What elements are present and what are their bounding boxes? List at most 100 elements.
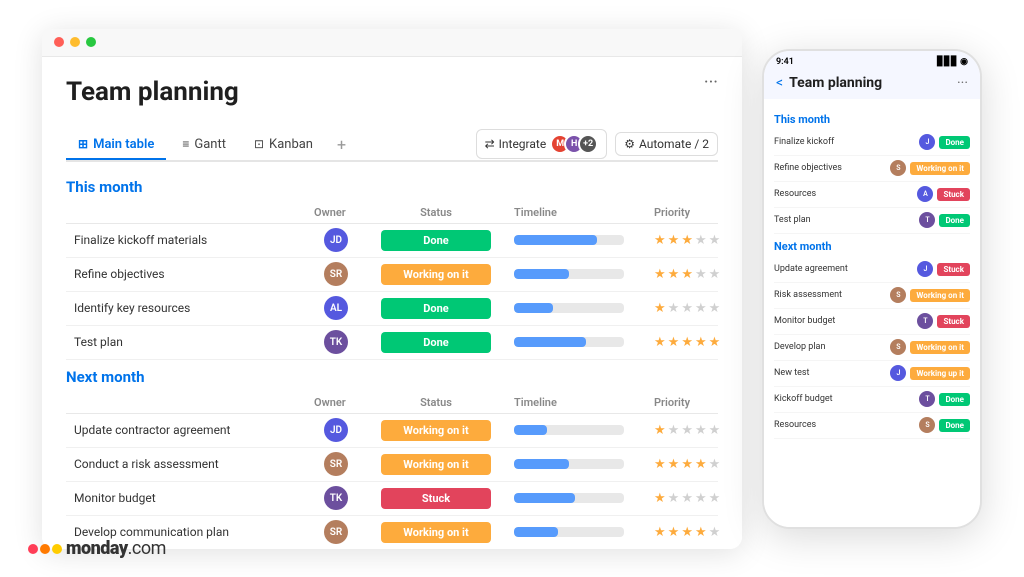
integrate-label: Integrate	[499, 137, 547, 151]
task-name-3: Test plan	[66, 329, 306, 355]
mobile-next-month-row-3: Develop plan S Working on it	[774, 335, 970, 361]
next-month-section: Next month Owner Status Timeline Priorit…	[66, 368, 718, 549]
this-month-header: This month	[66, 178, 718, 196]
nm-status-badge-1[interactable]: Working on it	[381, 454, 491, 475]
integrate-button[interactable]: ⇄ Integrate M H +2	[476, 129, 608, 159]
nm-status-badge-3[interactable]: Working on it	[381, 522, 491, 543]
next-month-header: Next month	[66, 368, 718, 386]
mobile-nm-task-0: Update agreement	[774, 264, 913, 274]
nm-col-priority: Priority	[646, 396, 742, 409]
mobile-nm-badge-2: Stuck	[937, 315, 970, 328]
timeline-bar-bg-3	[514, 337, 624, 347]
timeline-bar-bg-1	[514, 269, 624, 279]
mobile-avatar-3: T	[919, 212, 935, 228]
mobile-nm-avatar-1: S	[890, 287, 906, 303]
nm-timeline-cell-3	[506, 527, 646, 537]
mobile-next-month-row-0: Update agreement J Stuck	[774, 257, 970, 283]
mobile-nm-avatar-6: S	[919, 417, 935, 433]
mobile-this-month-title: This month	[774, 113, 970, 126]
nm-avatar-0: JD	[324, 418, 348, 442]
status-cell-1: Working on it	[366, 264, 506, 285]
tab-kanban[interactable]: ⊡ Kanban	[242, 131, 325, 160]
stars-2: ★ ★ ★ ★ ★	[654, 301, 720, 316]
status-badge-1[interactable]: Working on it	[381, 264, 491, 285]
mobile-signal: ▊▊▊ ◉	[937, 57, 968, 67]
maximize-button[interactable]	[86, 37, 96, 47]
priority-cell-1: ★ ★ ★ ★ ★	[646, 267, 742, 282]
task-avatar-3: TK	[306, 330, 366, 354]
status-badge-2[interactable]: Done	[381, 298, 491, 319]
col-timeline: Timeline	[506, 206, 646, 219]
app-dots-menu[interactable]: ···	[704, 72, 718, 93]
nm-priority-cell-3: ★ ★ ★ ★ ★	[646, 525, 742, 540]
mobile-next-month-row-6: Resources S Done	[774, 413, 970, 439]
mobile-nm-task-2: Monitor budget	[774, 316, 913, 326]
right-actions: ⇄ Integrate M H +2 ⚙ Automate / 2	[476, 129, 718, 159]
tab-main-table[interactable]: ⊞ Main table	[66, 131, 166, 160]
status-badge-0[interactable]: Done	[381, 230, 491, 251]
nm-status-badge-2[interactable]: Stuck	[381, 488, 491, 509]
mobile-this-month-row-1: Refine objectives S Working on it	[774, 156, 970, 182]
nm-avatar-1: SR	[324, 452, 348, 476]
nm-task-name-2: Monitor budget	[66, 485, 306, 511]
nm-avatar-2: TK	[324, 486, 348, 510]
mobile-badge-1: Working on it	[910, 162, 970, 175]
mobile-next-month-row-4: New test J Working up it	[774, 361, 970, 387]
nm-col-timeline: Timeline	[506, 396, 646, 409]
status-cell-3: Done	[366, 332, 506, 353]
stars-3: ★ ★ ★ ★ ★	[654, 335, 720, 350]
timeline-bar-fill-2	[514, 303, 553, 313]
add-tab-button[interactable]: +	[329, 129, 354, 160]
this-month-row-3: Test plan TK Done ★	[66, 326, 718, 360]
integrate-icon: ⇄	[485, 137, 495, 151]
tab-main-table-label: Main table	[93, 137, 154, 152]
nm-status-badge-0[interactable]: Working on it	[381, 420, 491, 441]
mobile-nm-avatar-0: J	[917, 261, 933, 277]
timeline-bar-fill-3	[514, 337, 586, 347]
this-month-col-headers: Owner Status Timeline Priority ⊕	[66, 202, 718, 224]
mobile-window: 9:41 ▊▊▊ ◉ < Team planning ··· This mont…	[762, 49, 982, 529]
mobile-status-bar: 9:41 ▊▊▊ ◉	[764, 51, 980, 71]
timeline-cell-3	[506, 337, 646, 347]
next-month-row-1: Conduct a risk assessment SR Working on …	[66, 448, 718, 482]
mobile-next-month-title: Next month	[774, 240, 970, 253]
nm-col-task	[66, 396, 306, 409]
mobile-time: 9:41	[776, 57, 794, 67]
tab-gantt[interactable]: ≡ Gantt	[170, 131, 238, 160]
app-title: Team planning	[66, 77, 239, 107]
automate-icon: ⚙	[624, 137, 635, 151]
close-button[interactable]	[54, 37, 64, 47]
window-body: Team planning ··· ⊞ Main table ≡ Gantt ⊡…	[42, 57, 742, 549]
monday-m-icon	[28, 544, 62, 554]
mobile-task-0: Finalize kickoff	[774, 137, 915, 147]
mobile-badge-0: Done	[939, 136, 970, 149]
status-badge-3[interactable]: Done	[381, 332, 491, 353]
kanban-icon: ⊡	[254, 137, 264, 151]
mobile-back-button[interactable]: <	[776, 75, 783, 91]
timeline-cell-2	[506, 303, 646, 313]
mobile-body[interactable]: This month Finalize kickoff J Done Refin…	[764, 99, 980, 527]
nm-priority-cell-1: ★ ★ ★ ★ ★	[646, 457, 742, 472]
next-month-row-2: Monitor budget TK Stuck	[66, 482, 718, 516]
mobile-nm-badge-5: Done	[939, 393, 970, 406]
automate-button[interactable]: ⚙ Automate / 2	[615, 132, 718, 156]
minimize-button[interactable]	[70, 37, 80, 47]
nm-status-cell-2: Stuck	[366, 488, 506, 509]
mobile-nm-task-6: Resources	[774, 420, 915, 430]
mobile-next-month-row-5: Kickoff budget T Done	[774, 387, 970, 413]
task-avatar-1: SR	[306, 262, 366, 286]
tab-gantt-label: Gantt	[194, 137, 226, 152]
nm-avatar-3: SR	[324, 520, 348, 544]
main-table-icon: ⊞	[78, 137, 88, 151]
desktop-window: Team planning ··· ⊞ Main table ≡ Gantt ⊡…	[42, 29, 742, 549]
mobile-nm-avatar-2: T	[917, 313, 933, 329]
mobile-nm-avatar-4: J	[890, 365, 906, 381]
timeline-bar-bg-0	[514, 235, 624, 245]
mobile-avatar-0: J	[919, 134, 935, 150]
mobile-dots-menu[interactable]: ···	[957, 75, 968, 91]
priority-cell-2: ★ ★ ★ ★ ★	[646, 301, 742, 316]
col-owner: Owner	[306, 206, 366, 219]
mobile-nm-badge-6: Done	[939, 419, 970, 432]
task-name-2: Identify key resources	[66, 295, 306, 321]
mobile-nm-badge-3: Working on it	[910, 341, 970, 354]
